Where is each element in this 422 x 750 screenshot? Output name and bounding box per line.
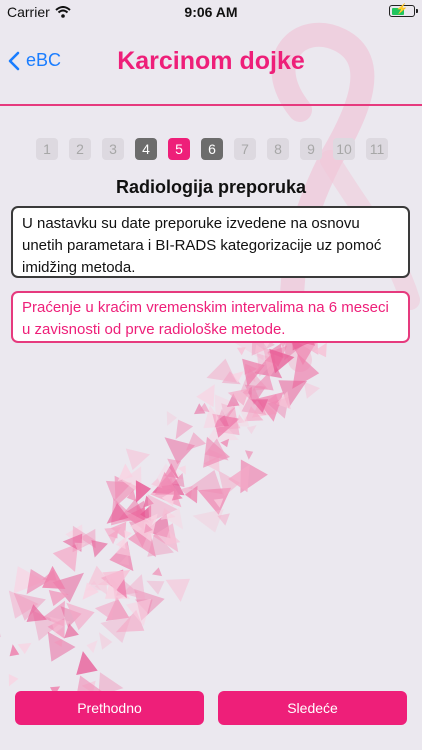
previous-button[interactable]: Prethodno [15,691,204,725]
ribbon-shard [9,644,20,657]
ribbon-shard [17,642,32,655]
ribbon-shard [76,651,98,675]
step-11: 11 [366,138,388,160]
info-box: U nastavku su date preporuke izvedene na… [11,206,410,278]
ribbon-shard [303,381,320,399]
ribbon-shard [8,674,19,687]
ribbon-shard [86,640,98,654]
ribbon-shard [91,540,108,558]
step-5: 5 [168,138,190,160]
ribbon-shard [165,578,190,602]
ribbon-shard [125,448,150,471]
status-bar: Carrier 9:06 AM ⚡ [0,0,422,22]
ribbon-shard [175,419,194,440]
ribbon-shard [94,600,115,621]
recommendation-text: Praćenje u kraćim vremenskim intervalima… [22,299,389,338]
recommendation-box: Praćenje u kraćim vremenskim intervalima… [11,291,410,343]
ribbon-shard [0,633,1,638]
ribbon-shard [177,465,186,475]
ribbon-shard [186,432,206,451]
step-4: 4 [135,138,157,160]
ribbon-shard [146,580,165,595]
step-7: 7 [234,138,256,160]
header-divider [0,104,422,106]
page-title: Karcinom dojke [117,47,305,75]
next-button[interactable]: Sledeće [218,691,407,725]
info-text: U nastavku su date preporuke izvedene na… [22,215,382,276]
step-indicator: 1 2 3 4 5 6 7 8 9 10 11 [36,138,388,160]
section-title: Radiologija preporuka [115,177,307,197]
step-6: 6 [201,138,223,160]
ribbon-shard [152,567,163,577]
ribbon-shard [192,509,224,533]
step-3: 3 [102,138,124,160]
charging-bolt-icon: ⚡ [395,4,409,15]
ribbon-background [0,22,420,699]
ribbon-shard [245,450,254,460]
step-9: 9 [300,138,322,160]
clock: 9:06 AM [184,4,238,20]
ribbon-shard [99,632,113,650]
battery-icon: ⚡ [389,4,418,17]
ribbon-shard [166,411,177,426]
step-10: 10 [333,138,355,160]
step-2: 2 [69,138,91,160]
step-1: 1 [36,138,58,160]
ribbon-shard [206,358,237,383]
step-8: 8 [267,138,289,160]
